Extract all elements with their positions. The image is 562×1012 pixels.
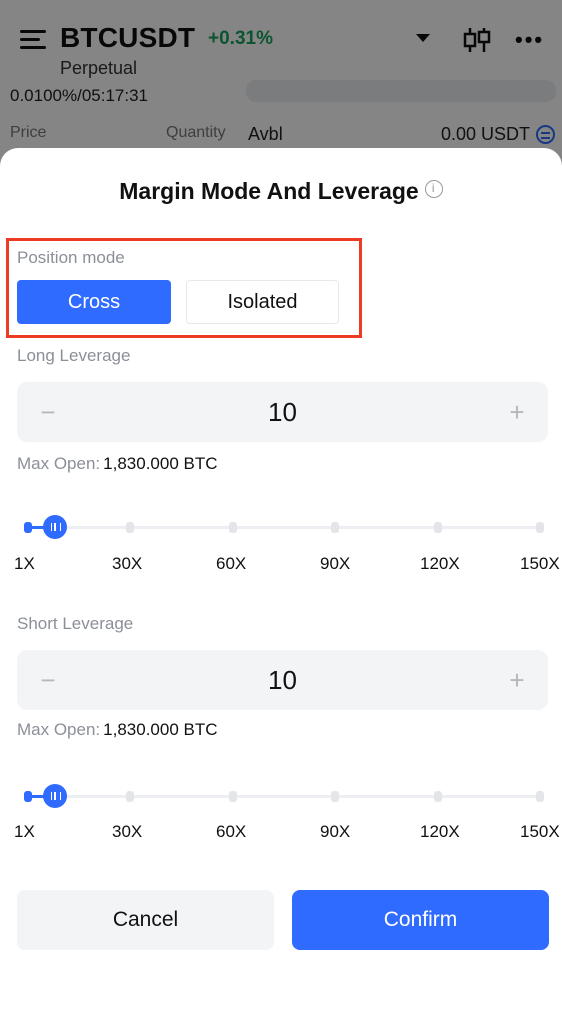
slider-tick-label: 120X <box>420 822 460 841</box>
short-leverage-label: Short Leverage <box>17 614 134 633</box>
slider-tick-label: 90X <box>320 822 351 841</box>
slider-tick-label: 60X <box>216 822 247 841</box>
cross-mode-button[interactable]: Cross <box>17 280 171 324</box>
slider-stop[interactable] <box>228 791 237 802</box>
long-increment-button[interactable]: + <box>506 398 528 426</box>
long-leverage-label: Long Leverage <box>17 346 131 365</box>
slider-track <box>24 526 544 529</box>
info-icon[interactable] <box>424 180 443 198</box>
long-slider-ticks: 1X 30X 60X 90X 120X 150X <box>0 554 562 576</box>
slider-tick-label: 30X <box>112 554 143 573</box>
slider-track <box>24 795 544 798</box>
slider-stop[interactable] <box>126 522 135 533</box>
short-increment-button[interactable]: + <box>506 666 528 694</box>
long-max-open: Max Open: 1,830.000 BTC <box>17 454 218 474</box>
short-leverage-slider[interactable] <box>24 783 544 809</box>
slider-tick-label: 60X <box>216 554 247 573</box>
slider-stop[interactable] <box>536 791 544 802</box>
short-slider-ticks: 1X 30X 60X 90X 120X 150X <box>0 822 562 844</box>
cancel-button[interactable]: Cancel <box>17 890 274 950</box>
slider-stop[interactable] <box>536 522 544 533</box>
short-leverage-value[interactable]: 10 <box>17 650 548 710</box>
slider-tick-label: 30X <box>112 822 143 841</box>
slider-stop[interactable] <box>433 522 442 533</box>
slider-tick-label: 90X <box>320 554 351 573</box>
sheet-title: Margin Mode And Leverage <box>119 178 419 204</box>
short-leverage-stepper: − 10 + <box>17 650 548 710</box>
slider-tick-label: 150X <box>520 554 560 573</box>
slider-stop[interactable] <box>24 522 32 533</box>
long-max-open-value: 1,830.000 BTC <box>103 454 218 473</box>
slider-tick-label: 150X <box>520 822 560 841</box>
slider-tick-label: 1X <box>14 822 35 841</box>
slider-stop[interactable] <box>331 791 340 802</box>
long-max-open-label: Max Open: <box>17 454 101 473</box>
confirm-button[interactable]: Confirm <box>292 890 549 950</box>
long-leverage-value[interactable]: 10 <box>17 382 548 442</box>
short-max-open-label: Max Open: <box>17 720 101 739</box>
slider-stop[interactable] <box>24 791 32 802</box>
slider-stop[interactable] <box>433 791 442 802</box>
slider-stop[interactable] <box>126 791 135 802</box>
slider-thumb[interactable] <box>43 784 68 808</box>
slider-stop[interactable] <box>228 522 237 533</box>
slider-stop[interactable] <box>331 522 340 533</box>
slider-tick-label: 120X <box>420 554 460 573</box>
position-mode-label: Position mode <box>17 248 125 267</box>
sheet-title-row: Margin Mode And Leverage <box>0 178 562 205</box>
slider-tick-label: 1X <box>14 554 35 573</box>
long-leverage-slider[interactable] <box>24 514 544 540</box>
short-max-open: Max Open: 1,830.000 BTC <box>17 720 218 740</box>
slider-thumb[interactable] <box>43 515 68 539</box>
short-max-open-value: 1,830.000 BTC <box>103 720 218 739</box>
margin-leverage-sheet: Margin Mode And Leverage Position mode C… <box>0 148 562 1012</box>
long-leverage-stepper: − 10 + <box>17 382 548 442</box>
isolated-mode-button[interactable]: Isolated <box>186 280 339 324</box>
